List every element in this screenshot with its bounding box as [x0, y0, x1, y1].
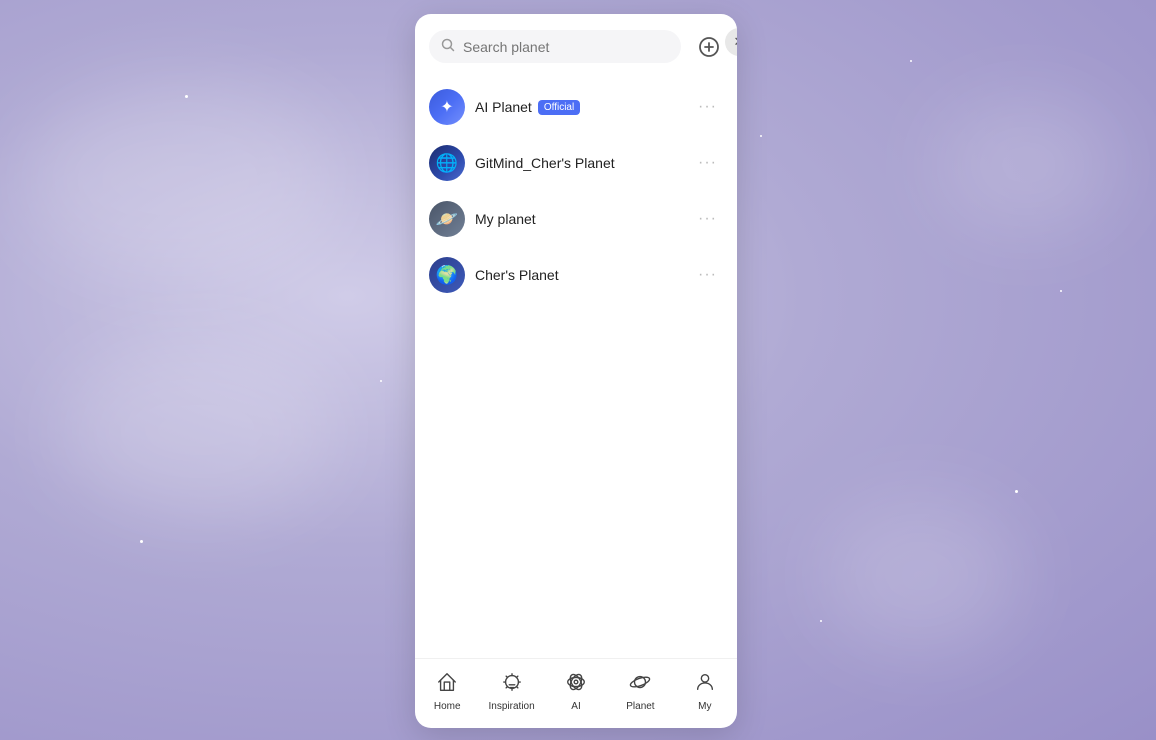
- nav-item-planet[interactable]: Planet: [608, 667, 672, 716]
- planet-info-ai: AI Planet Official: [475, 99, 682, 115]
- planet-icon: [629, 671, 651, 698]
- nav-item-inspiration[interactable]: Inspiration: [479, 667, 543, 716]
- planet-item-chers[interactable]: Cher's Planet ···: [415, 247, 737, 303]
- planet-list: AI Planet Official ··· GitMind_Cher's Pl…: [415, 75, 737, 658]
- avatar-chers-planet: [429, 257, 465, 293]
- star: [185, 95, 188, 98]
- avatar-my-planet: [429, 201, 465, 237]
- planet-info-gitmind: GitMind_Cher's Planet: [475, 155, 682, 171]
- bulb-icon: [501, 671, 523, 698]
- avatar-ai-planet: [429, 89, 465, 125]
- cloud-blob-3: [820, 500, 1020, 650]
- planet-name-myplanet: My planet: [475, 211, 536, 227]
- cloud-blob-2: [60, 340, 340, 520]
- planet-item-ai[interactable]: AI Planet Official ···: [415, 79, 737, 135]
- star: [910, 60, 912, 62]
- planet-name-gitmind: GitMind_Cher's Planet: [475, 155, 615, 171]
- more-icon-myplanet: ···: [698, 210, 717, 228]
- nav-item-ai[interactable]: AI: [544, 667, 608, 716]
- close-icon: ✕: [734, 34, 737, 50]
- nav-label-inspiration: Inspiration: [489, 701, 535, 712]
- more-icon-ai: ···: [698, 98, 717, 116]
- star: [760, 135, 762, 137]
- more-icon-chers: ···: [698, 266, 717, 284]
- planet-name-chers: Cher's Planet: [475, 267, 559, 283]
- bottom-nav: Home Inspiration AI: [415, 658, 737, 728]
- planet-name-ai: AI Planet: [475, 99, 532, 115]
- more-button-ai[interactable]: ···: [692, 94, 723, 120]
- search-bar: [429, 30, 681, 63]
- nav-label-planet: Planet: [626, 701, 654, 712]
- nav-label-home: Home: [434, 701, 461, 712]
- star: [380, 380, 382, 382]
- planet-panel: ✕ ▶: [415, 14, 737, 728]
- star: [140, 540, 143, 543]
- nav-item-my[interactable]: My: [673, 667, 737, 716]
- more-button-chers[interactable]: ···: [692, 262, 723, 288]
- search-input[interactable]: [463, 39, 669, 55]
- more-icon-gitmind: ···: [698, 154, 717, 172]
- search-icon: [441, 38, 455, 55]
- avatar-gitmind-planet: [429, 145, 465, 181]
- nav-item-home[interactable]: Home: [415, 667, 479, 716]
- planet-info-chers: Cher's Planet: [475, 267, 682, 283]
- home-icon: [436, 671, 458, 698]
- planet-item-myplanet[interactable]: My planet ···: [415, 191, 737, 247]
- planet-item-gitmind[interactable]: GitMind_Cher's Planet ···: [415, 135, 737, 191]
- star: [1015, 490, 1018, 493]
- star: [820, 620, 822, 622]
- ai-icon: [565, 671, 587, 698]
- planet-info-myplanet: My planet: [475, 211, 682, 227]
- more-button-myplanet[interactable]: ···: [692, 206, 723, 232]
- nav-label-my: My: [698, 701, 711, 712]
- nav-label-ai: AI: [571, 701, 580, 712]
- cloud-blob-1: [20, 80, 340, 280]
- cloud-blob-4: [936, 100, 1116, 230]
- star: [1060, 290, 1062, 292]
- official-badge: Official: [538, 100, 580, 115]
- add-planet-button[interactable]: [695, 33, 723, 61]
- person-icon: [694, 671, 716, 698]
- more-button-gitmind[interactable]: ···: [692, 150, 723, 176]
- search-area: [415, 14, 737, 75]
